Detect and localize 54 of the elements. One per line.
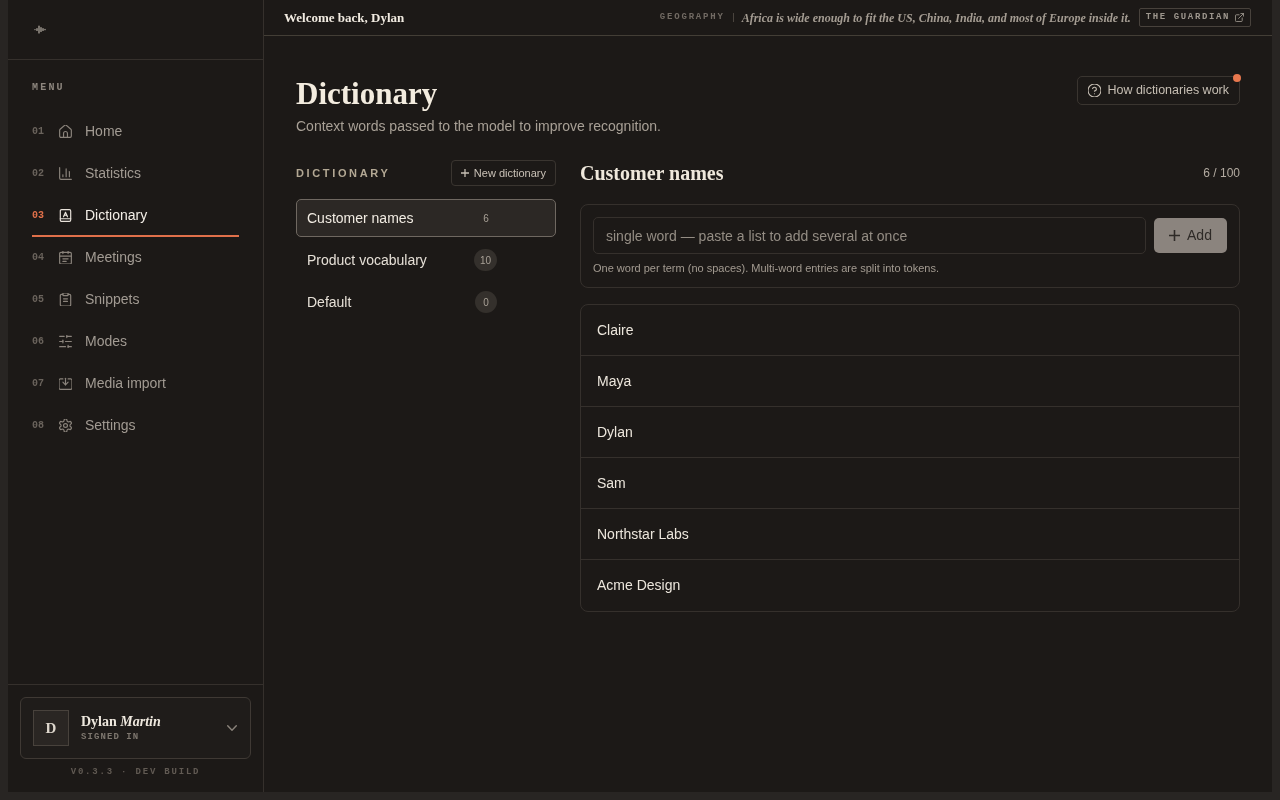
dictionary-item[interactable]: Default 0	[296, 283, 556, 321]
item-count: 6	[482, 211, 490, 226]
bar-chart-icon	[59, 166, 72, 180]
plus-icon	[1169, 230, 1181, 241]
term-input[interactable]: single word — paste a list to add several at once	[593, 217, 1146, 254]
term-entry[interactable]: Maya	[597, 370, 632, 392]
dictionary-title: Customer names	[580, 161, 724, 186]
user-status: SIGNED IN	[81, 731, 140, 743]
page-title: Dictionary	[296, 76, 438, 112]
external-link-icon	[1235, 13, 1244, 22]
term-entry[interactable]: Acme Design	[597, 575, 681, 596]
dictionary-item[interactable]: Customer names 6	[296, 199, 556, 237]
home-icon	[59, 124, 72, 138]
nav-item[interactable]: 04 Meetings	[32, 237, 239, 279]
add-button[interactable]: Add	[1154, 218, 1227, 253]
dictionary-section-label: DICTIONARY	[296, 165, 391, 181]
dictionary-item[interactable]: Product vocabulary 10	[296, 241, 556, 279]
item-count: 0	[475, 291, 497, 313]
menu-section-label: MENU	[32, 82, 65, 94]
source-link[interactable]: THE GUARDIAN	[1138, 8, 1251, 27]
help-button[interactable]: How dictionaries work	[1077, 76, 1240, 105]
book-icon	[59, 208, 72, 222]
term-entry[interactable]: Dylan	[597, 421, 633, 443]
version-label: V0.3.3 · DEV BUILD	[70, 766, 201, 778]
fact-text: Africa is wide enough to fit the US, China, India, and most of Europe inside it.	[741, 9, 1131, 27]
input-hint: One word per term (no spaces). Multi-word entries are split into tokens.	[593, 261, 940, 275]
clipboard-icon	[59, 292, 72, 306]
new-dictionary-button[interactable]: New dictionary	[450, 160, 556, 186]
fact-category: GEOGRAPHY	[659, 10, 725, 24]
nav-item[interactable]: 02 Statistics	[32, 153, 239, 195]
nav-item[interactable]: 08 Settings	[32, 405, 239, 447]
sliders-icon	[59, 334, 72, 348]
term-entry[interactable]: Sam	[597, 472, 626, 494]
avatar-initial: D	[33, 710, 69, 746]
settings-icon	[59, 418, 72, 432]
nav-item[interactable]: 07 Media import	[32, 363, 239, 405]
welcome-greeting: Welcome back, Dylan	[284, 8, 405, 27]
term-entry[interactable]: Claire	[597, 319, 634, 341]
waveform-logo-icon	[34, 25, 47, 34]
nav-item[interactable]: 05 Snippets	[32, 279, 239, 321]
page-subtitle: Context words passed to the model to improve recognition.	[296, 117, 661, 136]
plus-icon	[460, 169, 469, 177]
item-count: 10	[473, 249, 497, 271]
chevron-down-icon	[227, 725, 237, 731]
account-menu[interactable]: D Dylan Martin SIGNED IN	[20, 697, 251, 759]
term-usage-count: 6 / 100	[1203, 165, 1240, 182]
term-entry[interactable]: Northstar Labs	[597, 523, 689, 545]
nav-item[interactable]: 06 Modes	[32, 321, 239, 363]
nav-item[interactable]: 01 Home	[32, 111, 239, 153]
nav-item[interactable]: 03 Dictionary	[32, 195, 239, 237]
user-name: Dylan Martin	[81, 713, 161, 730]
calendar-icon	[59, 250, 72, 264]
help-icon	[1088, 84, 1102, 97]
download-icon	[59, 376, 72, 390]
